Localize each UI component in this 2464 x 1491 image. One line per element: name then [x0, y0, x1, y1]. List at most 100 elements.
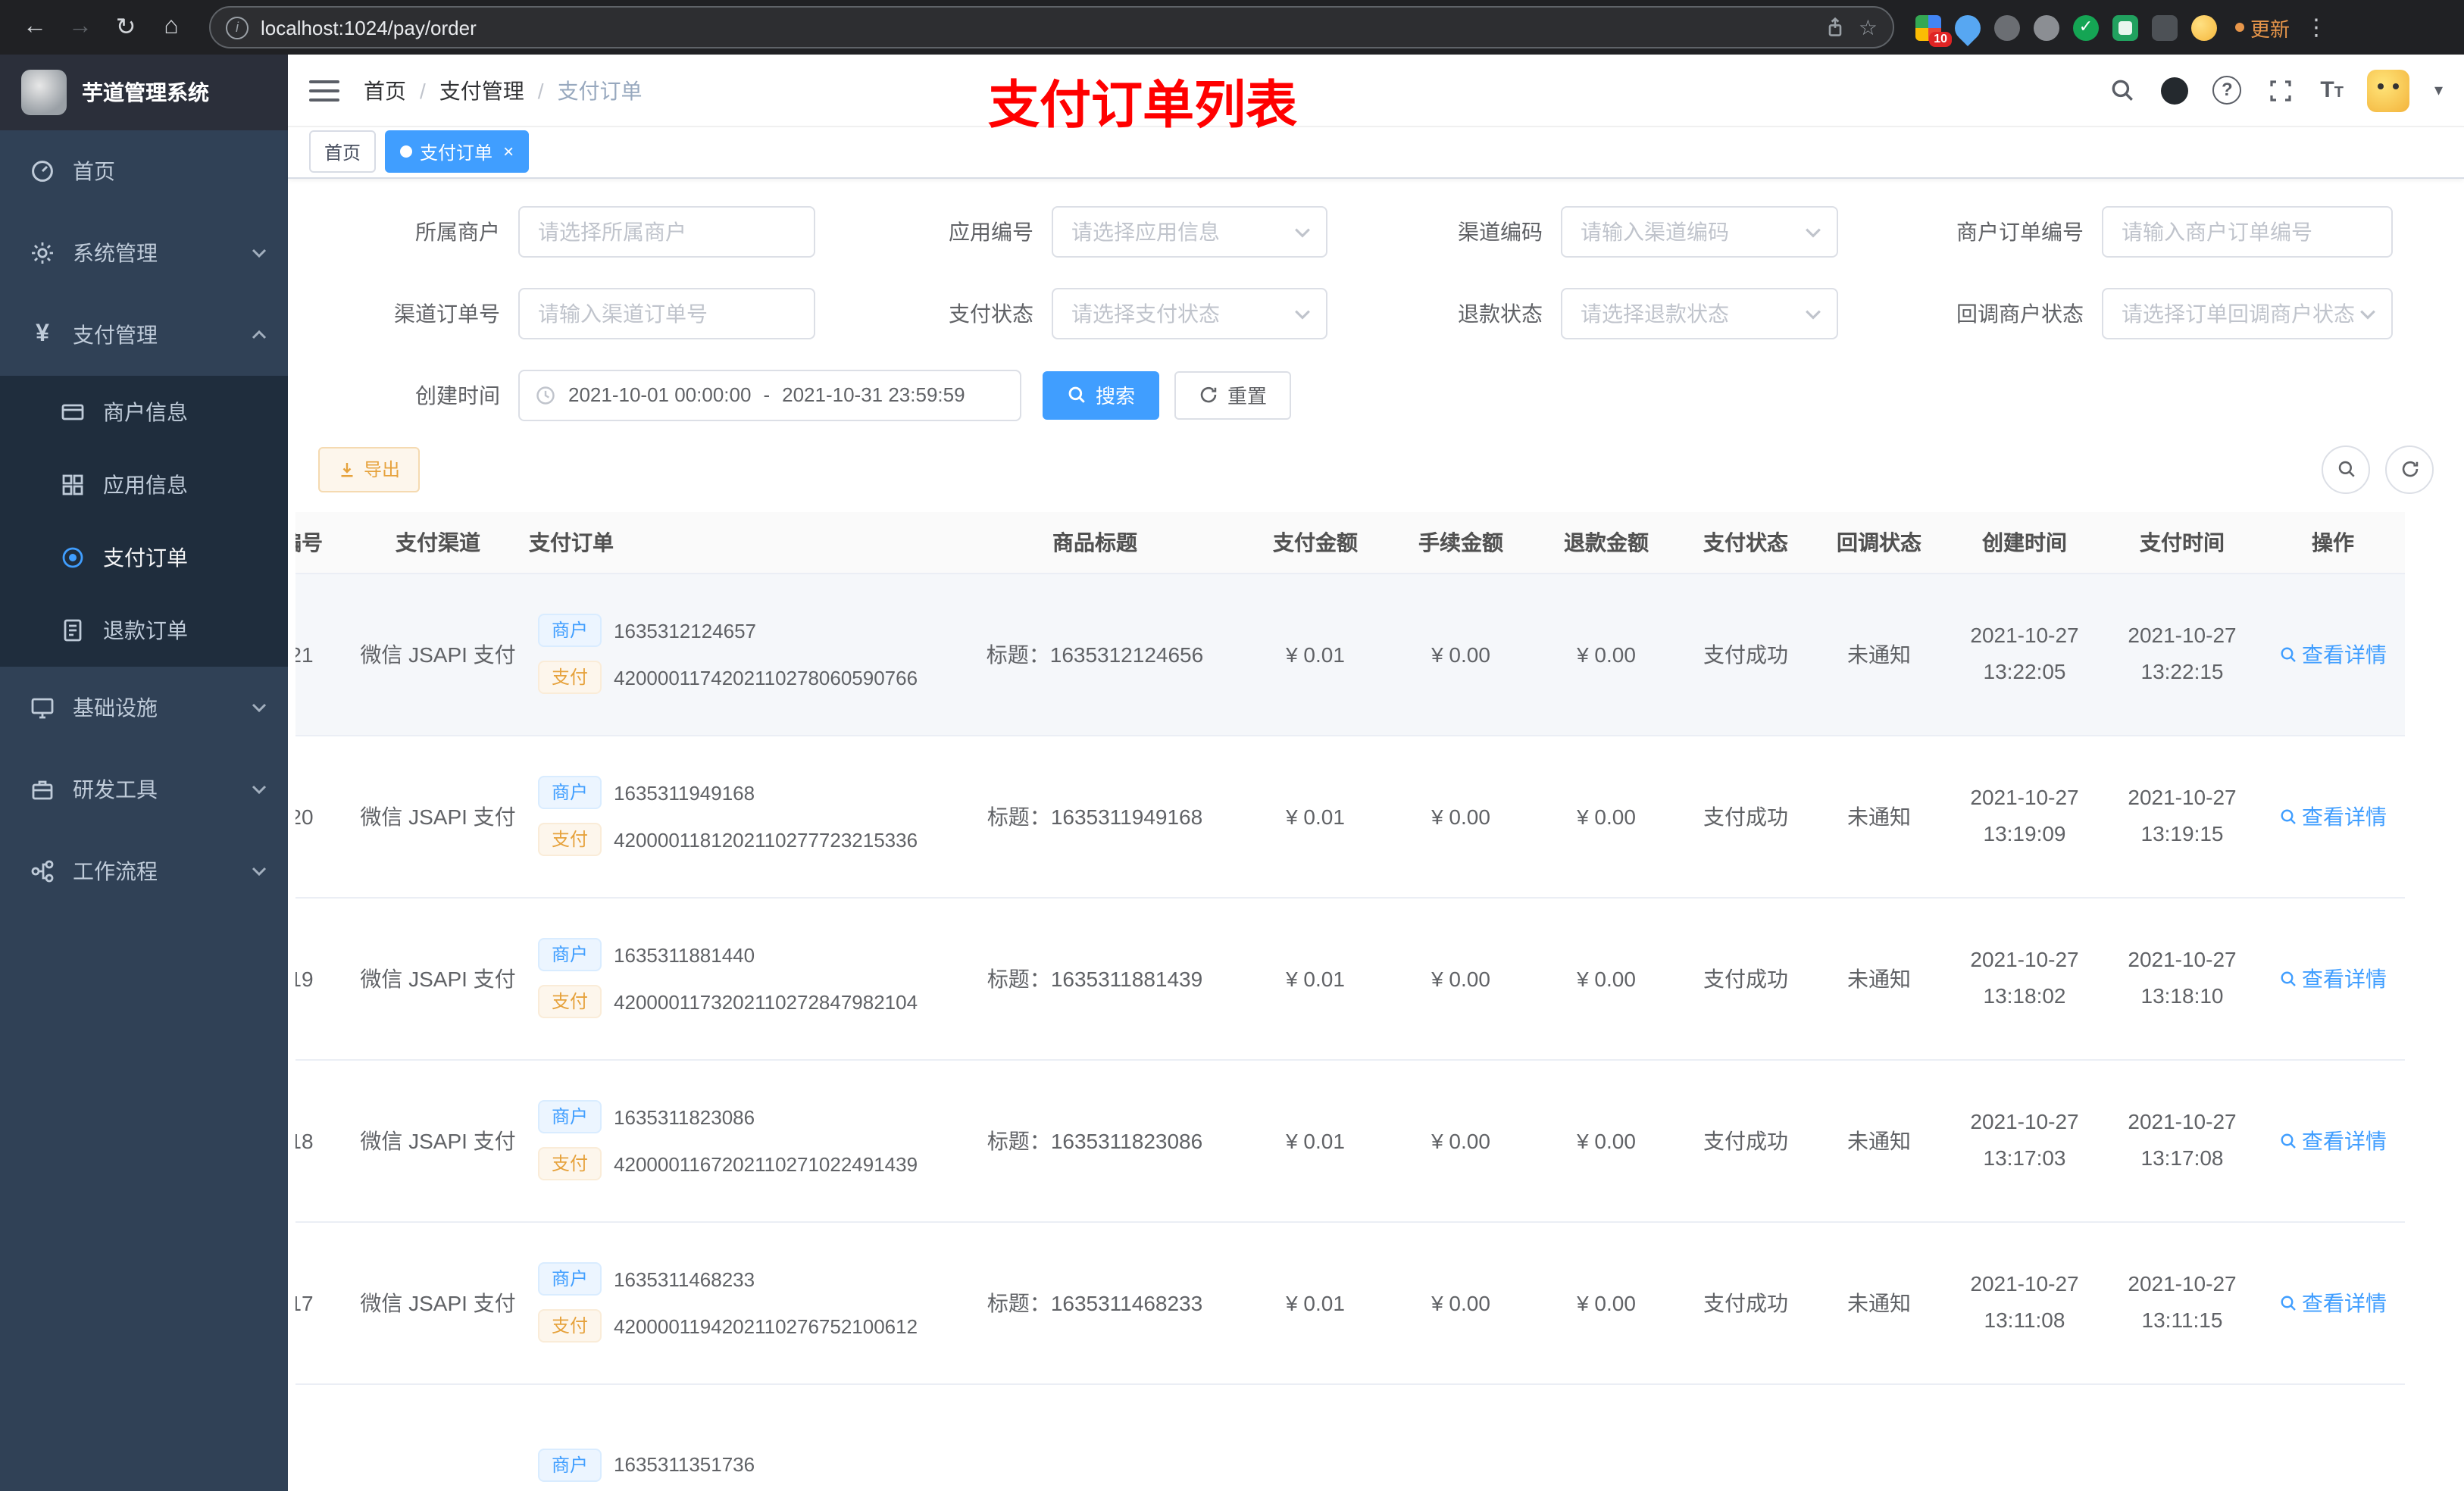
filter-label-channel-code: 渠道编码 — [1458, 219, 1543, 244]
sidebar-item-refund-order[interactable]: 退款订单 — [0, 594, 288, 667]
view-detail-link[interactable]: 查看详情 — [2279, 639, 2387, 669]
reload-button[interactable]: ↻ — [106, 8, 145, 47]
github-icon[interactable] — [2161, 77, 2189, 105]
extension-gray2-icon[interactable] — [2034, 14, 2059, 40]
merchant-order-no-input[interactable] — [2102, 205, 2393, 258]
extension-drop-icon[interactable] — [1949, 8, 1987, 46]
date-end[interactable]: 2021-10-31 23:59:59 — [782, 383, 965, 406]
view-detail-link[interactable]: 查看详情 — [2279, 801, 2387, 831]
extension-grid-icon[interactable]: 10 — [1915, 14, 1952, 46]
view-detail-link[interactable]: 查看详情 — [2279, 1125, 2387, 1155]
sidebar-item-pay-order[interactable]: 支付订单 — [0, 521, 288, 594]
channel-code-select[interactable]: 请输入渠道编码 — [1561, 205, 1838, 258]
help-icon[interactable]: ? — [2212, 76, 2242, 105]
extension-check-icon[interactable]: ✓ — [2073, 14, 2099, 40]
orders-table: 编号 支付渠道 支付订单 商品标题 支付金额 手续金额 退款金额 支付状态 回调… — [295, 511, 2449, 1491]
sidebar-item-home[interactable]: 首页 — [0, 130, 288, 212]
sidebar-item-infra[interactable]: 基础设施 — [0, 667, 288, 749]
monitor-icon — [30, 695, 55, 720]
search-button[interactable]: 搜索 — [1043, 370, 1160, 420]
breadcrumb-current: 支付订单 — [557, 78, 643, 103]
refund-status-select[interactable]: 请选择退款状态 — [1561, 287, 1838, 339]
yen-icon: ¥ — [36, 321, 49, 347]
back-button[interactable]: ← — [15, 8, 55, 47]
app-title: 芋道管理系统 — [82, 80, 209, 105]
merchant-tag: 商户 — [538, 1448, 602, 1482]
merchant-tag: 商户 — [538, 1262, 602, 1296]
forward-button[interactable]: → — [61, 8, 100, 47]
user-avatar[interactable] — [2367, 69, 2410, 112]
share-icon[interactable] — [1825, 17, 1846, 38]
create-time-range-picker[interactable]: 2021-10-01 00:00:00 - 2021-10-31 23:59:5… — [518, 369, 1021, 421]
channel-order-no-input[interactable] — [518, 287, 815, 339]
table-row[interactable]: 20 微信 JSAPI 支付 商户1635311949168 支付4200001… — [295, 735, 2405, 899]
breadcrumb-pay[interactable]: 支付管理 — [439, 75, 524, 105]
fullscreen-icon[interactable] — [2265, 75, 2296, 105]
chevron-down-icon — [252, 703, 267, 712]
browser-profile-avatar[interactable] — [2191, 14, 2217, 40]
table-row[interactable]: 18 微信 JSAPI 支付 商户1635311823086 支付4200001… — [295, 1059, 2405, 1223]
filter-label-channel-order-no: 渠道订单号 — [394, 301, 500, 326]
address-bar[interactable]: i localhost:1024/pay/order ☆ — [209, 6, 1894, 48]
filter-label-callback-status: 回调商户状态 — [1956, 301, 2084, 326]
sidebar-item-devtools[interactable]: 研发工具 — [0, 749, 288, 830]
merchant-input[interactable] — [518, 205, 815, 258]
table-row[interactable]: 17 微信 JSAPI 支付 商户1635311468233 支付4200001… — [295, 1221, 2405, 1385]
site-info-icon[interactable]: i — [226, 16, 249, 39]
tab-home[interactable]: 首页 — [309, 130, 377, 173]
browser-menu-icon[interactable]: ⋮ — [2299, 14, 2335, 41]
refresh-button[interactable] — [2385, 445, 2434, 494]
grid-icon — [61, 473, 85, 497]
callback-status-select[interactable]: 请选择订单回调商户状态 — [2102, 287, 2393, 339]
merchant-tag: 商户 — [538, 938, 602, 972]
chevron-down-icon — [252, 867, 267, 876]
font-size-icon[interactable]: TT — [2320, 77, 2344, 103]
view-detail-link[interactable]: 查看详情 — [2279, 1287, 2387, 1318]
merchant-tag: 商户 — [538, 614, 602, 648]
extension-badge: 10 — [1929, 31, 1952, 46]
extension-chat-icon[interactable] — [2112, 14, 2138, 40]
bookmark-star-icon[interactable]: ☆ — [1859, 14, 1878, 40]
browser-update-button[interactable]: 更新 — [2235, 13, 2290, 42]
dashboard-icon — [30, 159, 55, 183]
extension-gray-icon[interactable] — [1994, 14, 2020, 40]
app-select[interactable]: 请选择应用信息 — [1052, 205, 1327, 258]
tab-pay-order[interactable]: 支付订单 × — [385, 130, 530, 173]
extensions-puzzle-icon[interactable] — [2152, 14, 2178, 40]
search-icon[interactable] — [2106, 75, 2137, 105]
toggle-search-button[interactable] — [2322, 445, 2370, 494]
active-dot — [400, 145, 413, 158]
merchant-tag: 商户 — [538, 1100, 602, 1134]
sidebar-item-app-info[interactable]: 应用信息 — [0, 449, 288, 521]
table-row-partial[interactable]: 商户 1635311351736 — [295, 1383, 2405, 1491]
home-button[interactable]: ⌂ — [152, 8, 191, 47]
chevron-down-icon — [1805, 217, 1821, 245]
sidebar-item-merchant-info[interactable]: 商户信息 — [0, 376, 288, 449]
breadcrumb: 首页 / 支付管理 / 支付订单 — [364, 75, 643, 105]
url-text[interactable]: localhost:1024/pay/order — [261, 16, 1813, 39]
bankcard-icon — [61, 400, 85, 424]
document-icon — [61, 618, 85, 642]
close-icon[interactable]: × — [503, 142, 514, 163]
sidebar-item-workflow[interactable]: 工作流程 — [0, 830, 288, 912]
sidebar-item-pay[interactable]: ¥ 支付管理 — [0, 294, 288, 376]
app-logo[interactable]: 芋道管理系统 — [0, 55, 288, 130]
avatar-caret-icon[interactable]: ▾ — [2434, 80, 2443, 100]
table-row[interactable]: 21 微信 JSAPI 支付 商户1635312124657 支付4200001… — [295, 573, 2405, 736]
date-start[interactable]: 2021-10-01 00:00:00 — [568, 383, 751, 406]
sidebar-item-system[interactable]: 系统管理 — [0, 212, 288, 294]
chevron-down-icon — [252, 248, 267, 258]
pay-tag: 支付 — [538, 985, 602, 1019]
extensions-area: 10 ✓ — [1915, 8, 2217, 46]
chevron-up-icon — [252, 330, 267, 339]
view-detail-link[interactable]: 查看详情 — [2279, 963, 2387, 993]
table-row[interactable]: 19 微信 JSAPI 支付 商户1635311881440 支付4200001… — [295, 897, 2405, 1061]
reset-button[interactable]: 重置 — [1174, 370, 1292, 420]
breadcrumb-home[interactable]: 首页 — [364, 75, 406, 105]
chevron-down-icon — [1294, 217, 1311, 245]
export-button[interactable]: 导出 — [318, 446, 421, 492]
gear-icon — [30, 241, 55, 265]
filter-label-app: 应用编号 — [949, 219, 1033, 244]
hamburger-icon[interactable] — [309, 80, 339, 102]
pay-status-select[interactable]: 请选择支付状态 — [1052, 287, 1327, 339]
